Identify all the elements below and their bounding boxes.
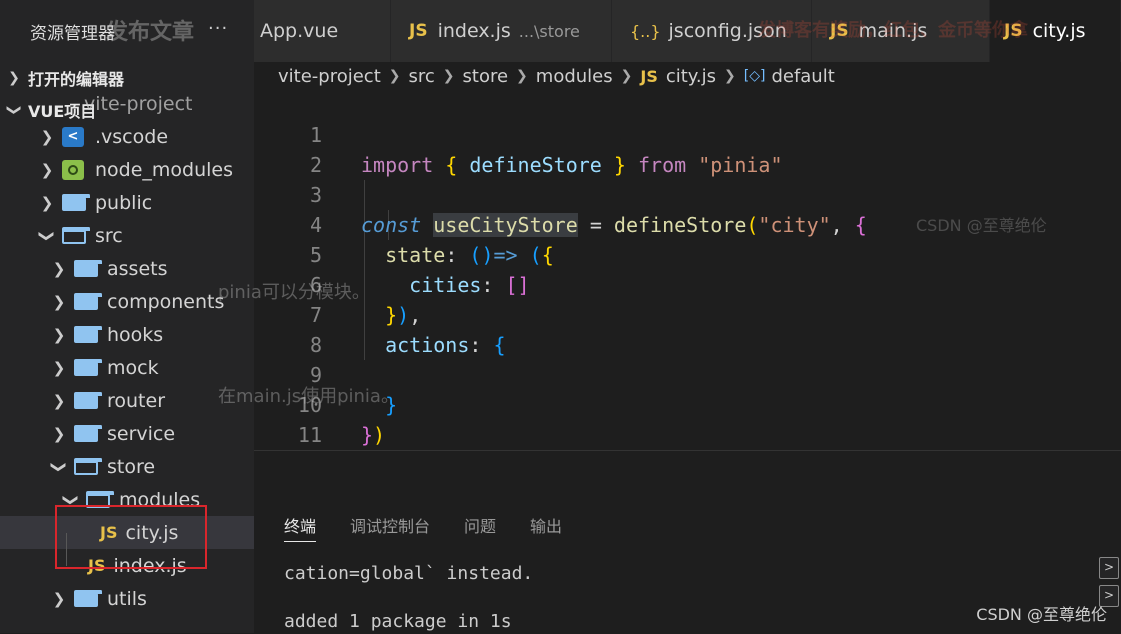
- code-line: 1 import { defineStore } from "pinia": [309, 123, 783, 177]
- tree-item-vite-project[interactable]: vite-project: [0, 87, 254, 120]
- tab-app-vue[interactable]: App.vue: [254, 0, 391, 62]
- tree-item-mock[interactable]: ❯ mock: [0, 351, 254, 384]
- vscode-folder-icon: <: [62, 126, 84, 147]
- breadcrumb-item[interactable]: city.js: [666, 66, 716, 87]
- code-line: 8: [309, 333, 322, 357]
- tab-debug-console[interactable]: 调试控制台: [350, 513, 430, 542]
- tree-item-components[interactable]: ❯ components: [0, 285, 254, 318]
- breadcrumb-item[interactable]: src: [409, 66, 435, 87]
- tree-item-public[interactable]: ❯ public: [0, 186, 254, 219]
- tab-index-js[interactable]: JS index.js ...\store: [391, 0, 612, 62]
- code-line: 4 state: ()=> ({: [309, 213, 554, 267]
- breadcrumb: vite-project ❯ src ❯ store ❯ modules ❯ J…: [278, 62, 835, 90]
- terminal-line: added 1 package in 1s: [284, 611, 512, 632]
- chevron-right-icon: ❯: [52, 391, 66, 410]
- folder-icon: [74, 359, 103, 376]
- folder-icon: [74, 260, 103, 277]
- chevron-right-icon: ❯: [388, 68, 401, 84]
- js-file-icon: JS: [409, 21, 428, 41]
- chevron-right-icon: ❯: [442, 68, 455, 84]
- chevron-right-icon: ❯: [620, 68, 633, 84]
- chevron-right-icon: ❯: [52, 589, 66, 608]
- breadcrumb-item[interactable]: vite-project: [278, 66, 381, 87]
- breadcrumb-item[interactable]: default: [771, 66, 834, 87]
- explorer-title: 资源管理器: [30, 23, 115, 44]
- code-line: 12 export default useCityStore: [254, 420, 1121, 507]
- folder-icon: [74, 425, 103, 442]
- tab-output[interactable]: 输出: [530, 513, 562, 542]
- ghost-csdn: CSDN @至尊绝伦: [916, 216, 1047, 235]
- chevron-down-icon: ❯: [38, 229, 56, 242]
- tree-item-src[interactable]: ❯ src: [0, 219, 254, 252]
- code-line: 7 actions: {: [309, 303, 506, 357]
- chevron-down-icon: ❯: [50, 460, 68, 473]
- code-line: 6 }),: [309, 273, 422, 327]
- chevron-right-icon: ❯: [724, 68, 736, 84]
- chevron-right-icon: ❯: [52, 292, 66, 311]
- chevron-right-icon: ❯: [52, 259, 66, 278]
- folder-icon: [62, 194, 91, 211]
- more-actions-icon[interactable]: ···: [208, 18, 228, 39]
- chevron-right-icon: ❯: [52, 325, 66, 344]
- folder-icon: [74, 590, 103, 607]
- chevron-right-icon: ❯: [40, 127, 54, 146]
- watermark: CSDN @至尊绝伦: [976, 605, 1107, 624]
- tab-problems[interactable]: 问题: [464, 513, 496, 542]
- tree-item-store[interactable]: ❯ store: [0, 450, 254, 483]
- js-file-icon: JS: [640, 66, 658, 86]
- chevron-right-icon: ❯: [8, 70, 20, 86]
- chevron-right-icon: ❯: [40, 160, 54, 179]
- code-line: 3 const useCityStore = defineStore("city…: [309, 183, 867, 237]
- chevron-right-icon: ❯: [52, 358, 66, 377]
- chevron-right-icon: ❯: [516, 68, 528, 84]
- tree-item-assets[interactable]: ❯ assets: [0, 252, 254, 285]
- ghost-title: 发布文章: [106, 20, 195, 45]
- ghost-hint-1: pinia可以分模块。: [218, 282, 370, 303]
- chevron-right-icon: ❯: [52, 424, 66, 443]
- tab-terminal[interactable]: 终端: [284, 513, 317, 542]
- tree-item-vscode[interactable]: ❯ < .vscode: [0, 120, 254, 153]
- ghost-hint-2: 在main.js使用pinia。: [218, 386, 399, 407]
- json-file-icon: {..}: [630, 21, 661, 41]
- explorer-sidebar: 资源管理器 ··· ❯ 打开的编辑器 ❯ VUE项目 vite-project …: [0, 0, 254, 633]
- tree-item-service[interactable]: ❯ service: [0, 417, 254, 450]
- highlight-annotation-box: [55, 505, 207, 569]
- folder-icon: [74, 293, 103, 310]
- tree-item-utils[interactable]: ❯ utils: [0, 582, 254, 615]
- terminal-line: cation=global` instead.: [284, 563, 534, 584]
- code-line: 9 }: [309, 363, 398, 417]
- symbol-variable-icon: [◇]: [743, 68, 766, 84]
- chevron-right-icon: ❯: [40, 193, 54, 212]
- node-folder-icon: [62, 159, 84, 180]
- ghost-banner: 发博客有奖励，红包、金币等你拿: [758, 20, 1028, 41]
- tree-item-router[interactable]: ❯ router: [0, 384, 254, 417]
- breadcrumb-item[interactable]: store: [463, 66, 509, 87]
- breadcrumb-item[interactable]: modules: [536, 66, 613, 87]
- tree-item-hooks[interactable]: ❯ hooks: [0, 318, 254, 351]
- panel-tabs: 终端 调试控制台 问题 输出: [284, 513, 596, 542]
- folder-icon: [74, 392, 103, 409]
- folder-open-icon: [74, 458, 103, 475]
- terminal-expand-icon[interactable]: >: [1099, 557, 1119, 579]
- folder-open-icon: [62, 227, 91, 244]
- folder-icon: [74, 326, 103, 343]
- tree-item-node-modules[interactable]: ❯ node_modules: [0, 153, 254, 186]
- code-line: 2: [309, 153, 322, 177]
